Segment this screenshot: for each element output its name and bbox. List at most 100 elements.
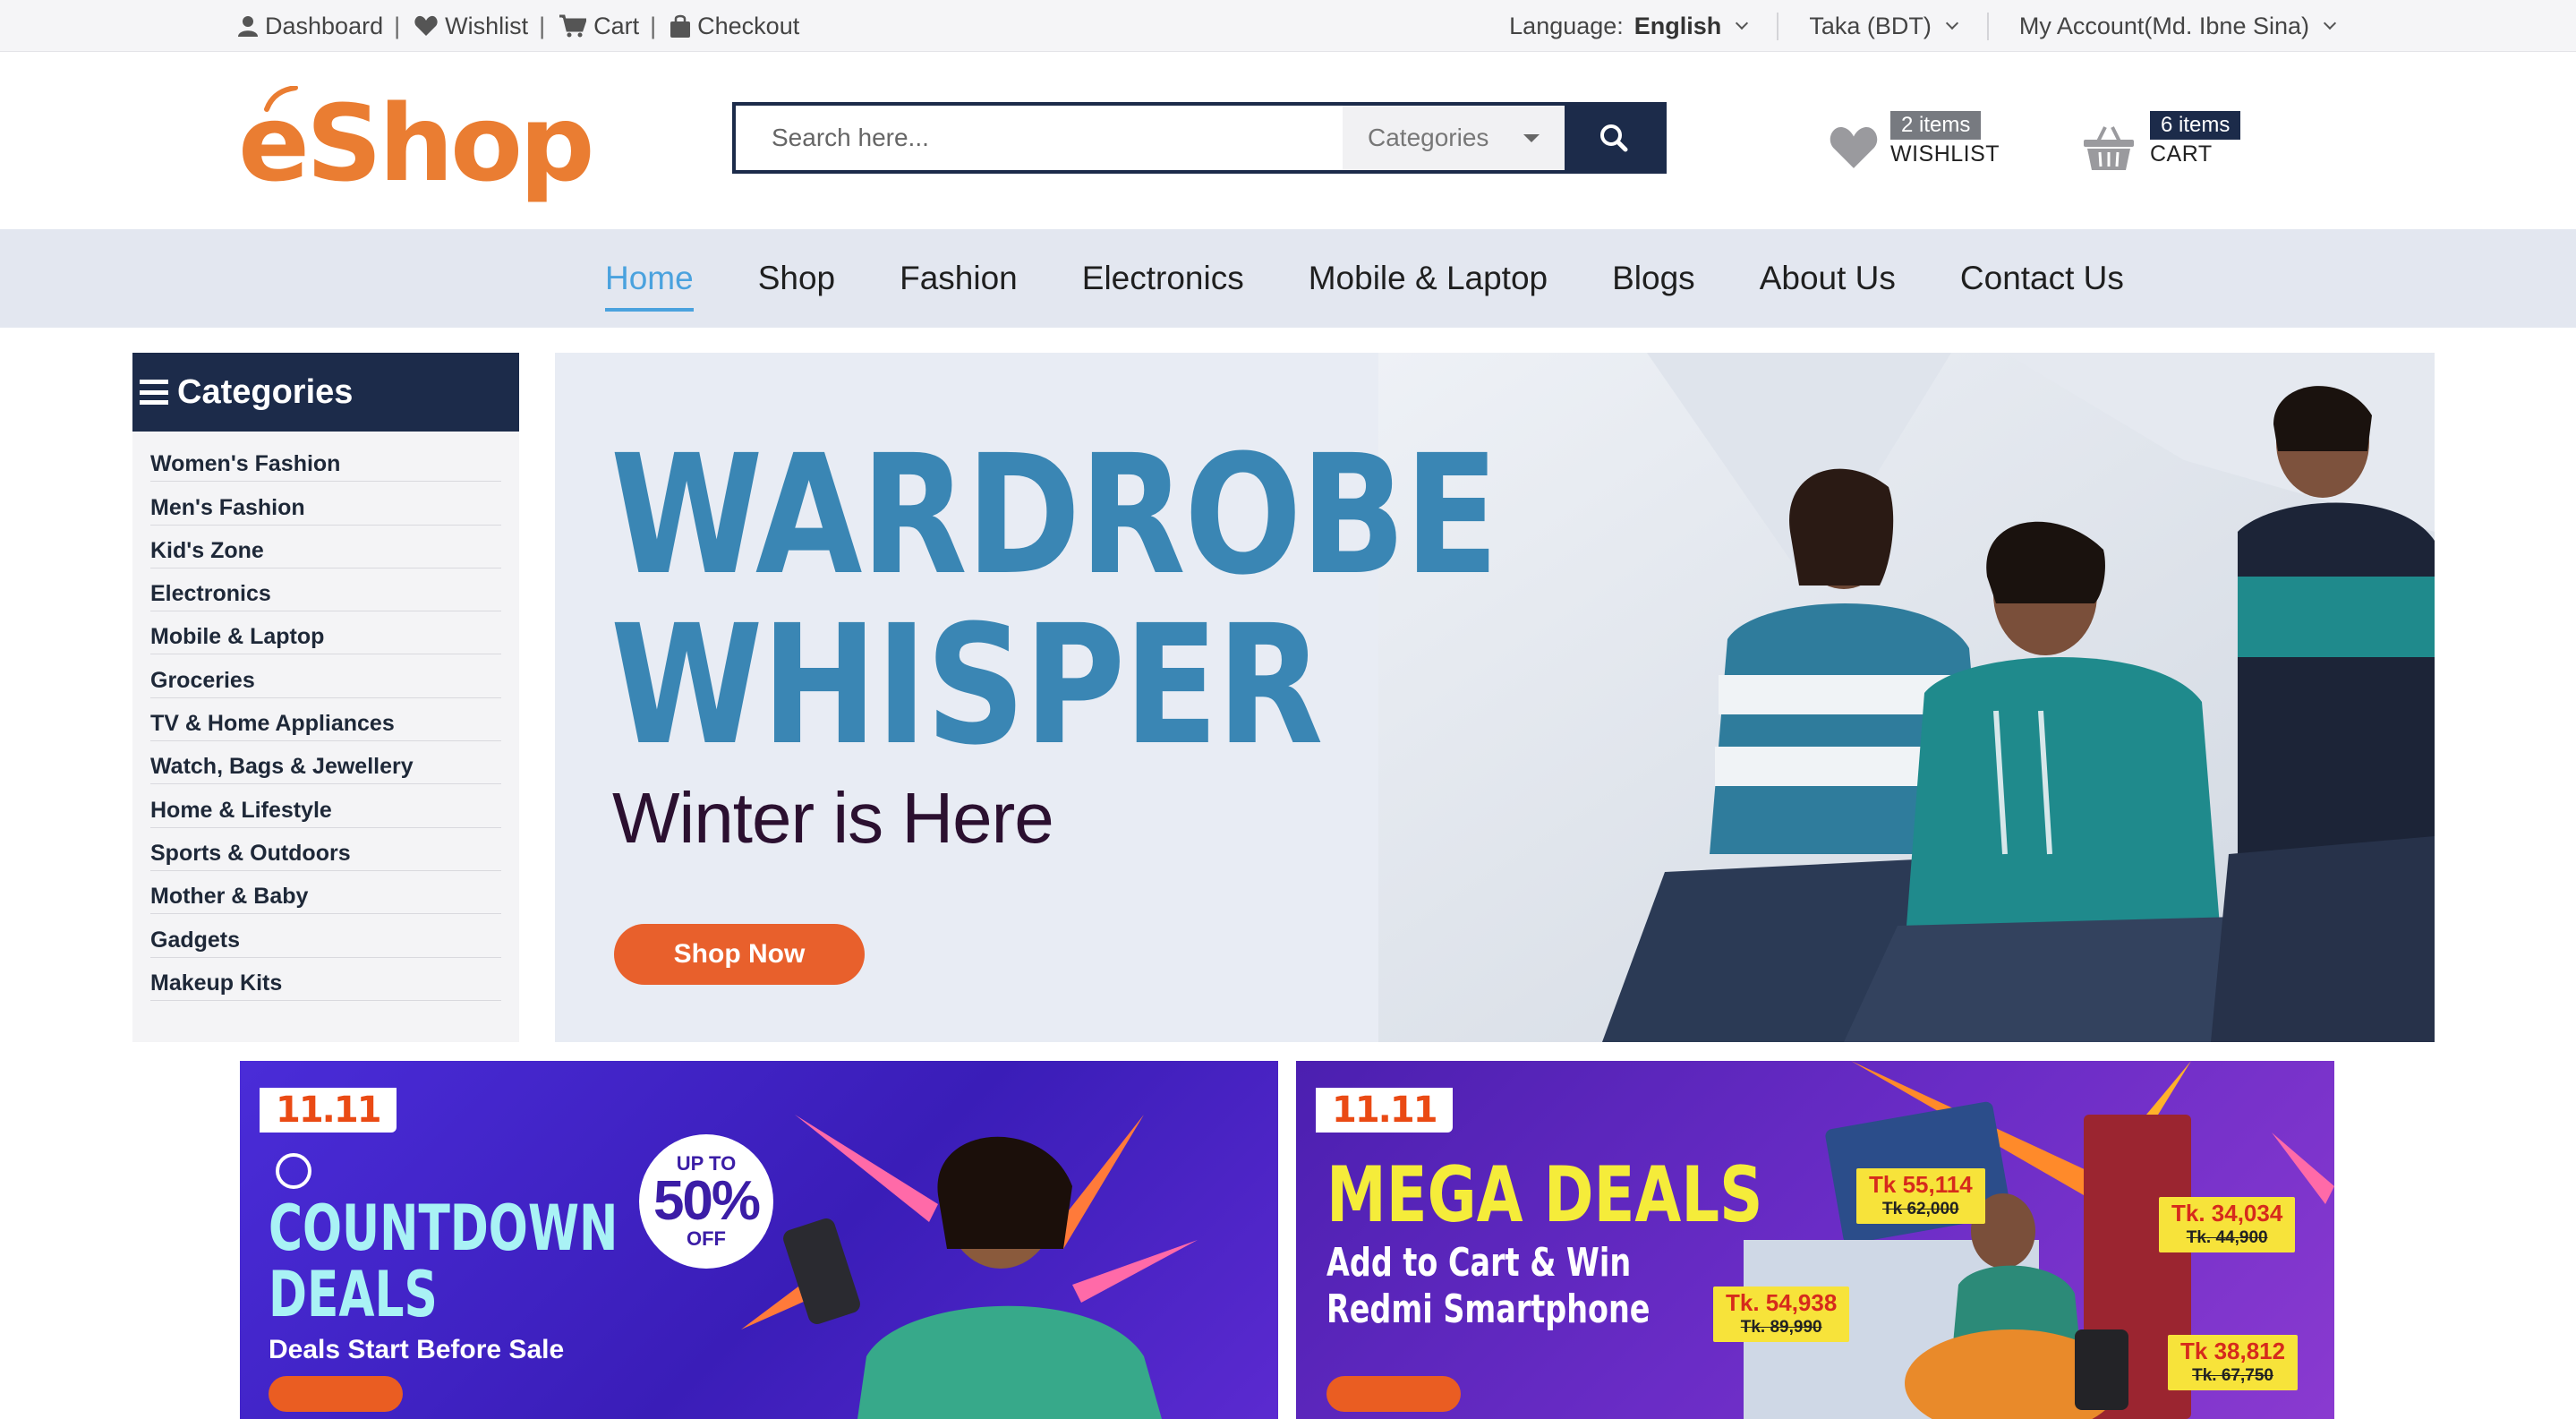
hero-title-line1: WARDROBE (610, 420, 1499, 611)
cart-count-badge: 6 items (2150, 111, 2241, 140)
discount-badge-bottom: OFF (687, 1227, 726, 1250)
nav-item-contact-us[interactable]: Contact Us (1960, 260, 2124, 297)
heart-icon (414, 15, 438, 36)
price-tag-price: Tk. 54,938 (1726, 1289, 1838, 1316)
account-dropdown[interactable]: My Account(Md. Ibne Sina) (1989, 13, 2337, 40)
mega-deals-title: MEGA DEALS (1326, 1150, 1763, 1240)
promo-sale-tag: 11.11 (260, 1088, 397, 1133)
search-icon (1600, 124, 1628, 152)
search-bar: Categories (732, 102, 1667, 174)
countdown-title-line2: DEALS (269, 1258, 438, 1331)
category-list: Women's Fashion Men's Fashion Kid's Zone… (132, 432, 519, 1001)
nav-item-electronics[interactable]: Electronics (1082, 260, 1244, 297)
price-tag: Tk 55,114 Tk 62,000 (1856, 1168, 1985, 1224)
shop-now-button[interactable]: Shop Now (614, 924, 865, 985)
category-select[interactable]: Categories (1343, 106, 1565, 170)
price-tag: Tk. 34,034 Tk. 44,900 (2159, 1197, 2296, 1252)
category-item[interactable]: Mobile & Laptop (150, 611, 501, 655)
promo2-action-button[interactable] (1326, 1376, 1461, 1412)
promo-sale-tag: 11.11 (1316, 1088, 1453, 1133)
nav-item-blogs[interactable]: Blogs (1612, 260, 1695, 297)
top-bar-dropdowns: Language: English Taka (BDT) My Account(… (1479, 0, 2337, 52)
price-tag-old: Tk. 67,750 (2192, 1366, 2273, 1385)
discount-badge: UP TO 50% OFF (639, 1134, 773, 1269)
currency-value: Taka (BDT) (1809, 12, 1932, 39)
category-sidebar-header[interactable]: Categories (132, 353, 519, 432)
language-prefix: Language: (1509, 12, 1624, 39)
category-sidebar: Categories Women's Fashion Men's Fashion… (132, 353, 519, 1042)
heart-icon (1830, 126, 1878, 168)
search-input[interactable] (736, 106, 1343, 170)
dashboard-link[interactable]: Dashboard (238, 13, 383, 40)
wishlist-link[interactable]: Wishlist (414, 13, 528, 40)
wishlist-link-label: Wishlist (445, 12, 529, 39)
price-tag: Tk. 54,938 Tk. 89,990 (1713, 1287, 1850, 1342)
nav-item-shop[interactable]: Shop (758, 260, 835, 297)
discount-badge-value: 50% (653, 1170, 761, 1232)
category-item[interactable]: Kid's Zone (150, 526, 501, 568)
nav-item-about-us[interactable]: About Us (1760, 260, 1896, 297)
category-item[interactable]: Sports & Outdoors (150, 828, 501, 871)
category-item[interactable]: Makeup Kits (150, 958, 501, 1001)
category-select-label: Categories (1368, 124, 1489, 151)
countdown-deals-banner[interactable]: 11.11 COUNTDOWN DEALS Deals Start Before… (240, 1061, 1278, 1419)
language-value: English (1633, 12, 1722, 39)
dashboard-link-label: Dashboard (265, 12, 384, 39)
chevron-down-icon (1736, 16, 1749, 30)
mega-deals-banner[interactable]: 11.11 MEGA DEALS Add to Cart & Win Redmi… (1296, 1061, 2334, 1419)
category-item[interactable]: Watch, Bags & Jewellery (150, 741, 501, 785)
mega-deals-subtitle-line2: Redmi Smartphone (1326, 1287, 1651, 1332)
countdown-title-line1: COUNTDOWN (269, 1192, 618, 1265)
separator: | (394, 12, 401, 39)
nav-item-fashion[interactable]: Fashion (900, 260, 1018, 297)
cart-icon (559, 14, 587, 38)
category-item[interactable]: Women's Fashion (150, 439, 501, 483)
header-cart[interactable]: 6 items CART (2082, 111, 2241, 172)
wishlist-count-badge: 2 items (1890, 111, 1982, 140)
chevron-down-icon (2323, 16, 2337, 30)
cart-label: CART (2150, 141, 2213, 167)
category-item[interactable]: Mother & Baby (150, 871, 501, 915)
category-item[interactable]: Electronics (150, 568, 501, 612)
checkout-link[interactable]: Checkout (670, 13, 799, 40)
checkout-link-label: Checkout (697, 12, 800, 39)
caret-down-icon (1523, 133, 1540, 142)
category-item[interactable]: Groceries (150, 654, 501, 698)
cart-link[interactable]: Cart (559, 13, 639, 40)
countdown-title: COUNTDOWN DEALS (269, 1195, 618, 1328)
basket-icon (2084, 126, 2134, 170)
nav-item-mobile-laptop[interactable]: Mobile & Laptop (1309, 260, 1548, 297)
promo1-action-button[interactable] (269, 1376, 403, 1412)
logo-swoosh-icon (264, 86, 298, 112)
price-tag-price: Tk. 34,034 (2171, 1200, 2283, 1227)
category-item[interactable]: Home & Lifestyle (150, 784, 501, 828)
chevron-down-icon (1945, 16, 1958, 30)
price-tag-price: Tk 38,812 (2180, 1338, 2286, 1364)
wishlist-label: WISHLIST (1890, 141, 2000, 167)
price-tag: Tk 38,812 Tk. 67,750 (2168, 1335, 2299, 1390)
price-tag-old: Tk 62,000 (1882, 1200, 1959, 1218)
price-tag-old: Tk. 89,990 (1740, 1318, 1822, 1337)
main-nav: Home Shop Fashion Electronics Mobile & L… (0, 229, 2576, 328)
user-icon (238, 16, 258, 37)
top-bar-links: Dashboard | Wishlist | Cart | Checkout (238, 0, 799, 52)
category-sidebar-title: Categories (177, 372, 354, 411)
hero-subtitle: Winter is Here (612, 778, 1054, 858)
nav-item-home[interactable]: Home (605, 260, 694, 312)
category-item[interactable]: TV & Home Appliances (150, 698, 501, 742)
top-bar: Dashboard | Wishlist | Cart | Checkout L… (0, 0, 2576, 52)
header-wishlist[interactable]: 2 items WISHLIST (1830, 111, 2000, 170)
search-button[interactable] (1565, 106, 1663, 170)
separator: | (650, 12, 657, 39)
category-item[interactable]: Men's Fashion (150, 482, 501, 526)
price-tag-old: Tk. 44,900 (2186, 1228, 2268, 1247)
language-dropdown[interactable]: Language: English (1479, 12, 1779, 40)
hero-banner: WARDROBE WHISPER Winter is Here Shop Now (555, 353, 2435, 1042)
mega-deals-subtitle-line1: Add to Cart & Win (1326, 1240, 1632, 1286)
cart-link-label: Cart (593, 12, 640, 39)
site-logo[interactable]: eShop (238, 82, 595, 204)
currency-dropdown[interactable]: Taka (BDT) (1778, 12, 1989, 40)
category-item[interactable]: Gadgets (150, 914, 501, 958)
menu-icon (140, 380, 168, 405)
countdown-subtitle: Deals Start Before Sale (269, 1335, 565, 1364)
